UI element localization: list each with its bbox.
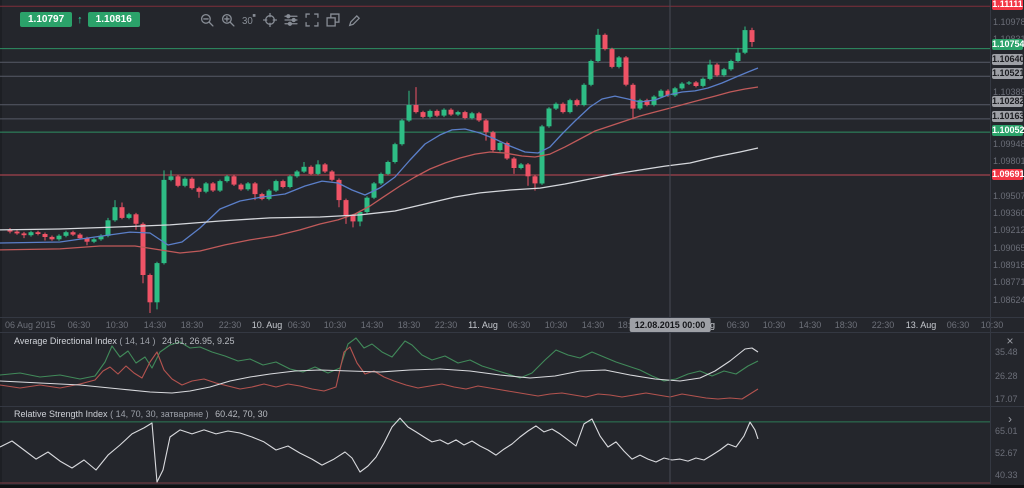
timeaxis-adx-divider	[0, 332, 1024, 333]
adx-rsi-divider[interactable]	[0, 406, 1024, 407]
price-badge-red: 1.11111	[992, 0, 1023, 10]
adx-pane-title: Average Directional Index ( 14, 14 ) 24.…	[14, 336, 235, 346]
ma-mid[interactable]	[0, 87, 758, 253]
time-label: 10:30	[106, 320, 129, 330]
chart-timeaxis-divider	[0, 317, 1024, 318]
zoom-out-icon[interactable]	[200, 13, 214, 27]
rsi-axis-tick: 52.67	[995, 448, 1018, 458]
crosshair-time-badge: 12.08.2015 00:00	[630, 318, 711, 332]
svg-text:30: 30	[242, 16, 253, 27]
time-label: 14:30	[799, 320, 822, 330]
time-label: 18:30	[181, 320, 204, 330]
time-label: 06 Aug 2015	[5, 320, 56, 330]
minus-di-line	[0, 347, 758, 399]
time-label: 14:30	[361, 320, 384, 330]
price-badge-green: 1.10754	[992, 39, 1023, 50]
sell-price-button[interactable]: 1.10797	[20, 12, 72, 27]
price-tick: 1.09801	[993, 156, 1024, 166]
price-tick: 1.10978	[993, 17, 1024, 27]
rsi-line	[0, 418, 758, 482]
time-label: 13. Aug	[906, 320, 937, 330]
quote-panel: 1.10797 ↑ 1.10816	[20, 12, 140, 27]
timeframe-30-icon[interactable]: 30	[242, 13, 256, 27]
time-label: 06:30	[288, 320, 311, 330]
price-tick: 1.08624	[993, 295, 1024, 305]
price-badge-gray: 1.10282	[992, 96, 1023, 107]
compare-icon[interactable]	[326, 13, 340, 27]
adx-axis-tick: 17.07	[995, 394, 1018, 404]
rsi-axis-tick: 65.01	[995, 426, 1018, 436]
time-label: 14:30	[582, 320, 605, 330]
price-badge-red: 1.09691	[992, 169, 1023, 180]
indicator-settings-icon[interactable]	[284, 13, 298, 27]
price-direction-up-icon: ↑	[77, 14, 83, 26]
rsi-expand-button[interactable]: ›	[1003, 413, 1017, 427]
time-label: 10:30	[763, 320, 786, 330]
price-tick: 1.09507	[993, 191, 1024, 201]
zoom-in-icon[interactable]	[221, 13, 235, 27]
price-tick: 1.08918	[993, 260, 1024, 270]
draw-icon[interactable]	[347, 13, 361, 27]
fullscreen-icon[interactable]	[305, 13, 319, 27]
time-label: 22:30	[435, 320, 458, 330]
trading-chart-window: 1.10797 ↑ 1.10816 30 1.109781.108311.103…	[0, 0, 1024, 488]
adx-close-button[interactable]: ×	[1003, 335, 1017, 349]
time-label: 06:30	[508, 320, 531, 330]
time-label: 18:30	[835, 320, 858, 330]
buy-price-button[interactable]: 1.10816	[88, 12, 140, 27]
crosshair-icon[interactable]	[263, 13, 277, 27]
price-tick: 1.09360	[993, 208, 1024, 218]
time-label: 10:30	[981, 320, 1004, 330]
price-tick: 1.08771	[993, 277, 1024, 287]
time-label: 22:30	[219, 320, 242, 330]
chart-toolbar: 30	[200, 13, 361, 27]
price-badge-gray: 1.10640	[992, 54, 1023, 65]
time-label: 18:30	[398, 320, 421, 330]
time-label: 10. Aug	[252, 320, 283, 330]
price-tick: 1.09212	[993, 225, 1024, 235]
price-tick: 1.09065	[993, 243, 1024, 253]
time-label: 06:30	[727, 320, 750, 330]
time-label: 10:30	[324, 320, 347, 330]
price-badge-green: 1.10052	[992, 125, 1023, 136]
price-tick: 1.09948	[993, 139, 1024, 149]
time-label: 14:30	[144, 320, 167, 330]
price-axis-divider	[990, 0, 991, 484]
time-label: 22:30	[872, 320, 895, 330]
price-badge-gray: 1.10521	[992, 68, 1023, 79]
adx-axis-tick: 26.28	[995, 371, 1018, 381]
time-label: 11. Aug	[468, 320, 498, 330]
time-label: 06:30	[68, 320, 91, 330]
price-badge-gray: 1.10163	[992, 111, 1023, 122]
rsi-axis-tick: 40.33	[995, 470, 1018, 480]
rsi-pane-title: Relative Strength Index ( 14, 70, 30, за…	[14, 409, 268, 419]
time-label: 06:30	[947, 320, 970, 330]
time-label: 10:30	[545, 320, 568, 330]
